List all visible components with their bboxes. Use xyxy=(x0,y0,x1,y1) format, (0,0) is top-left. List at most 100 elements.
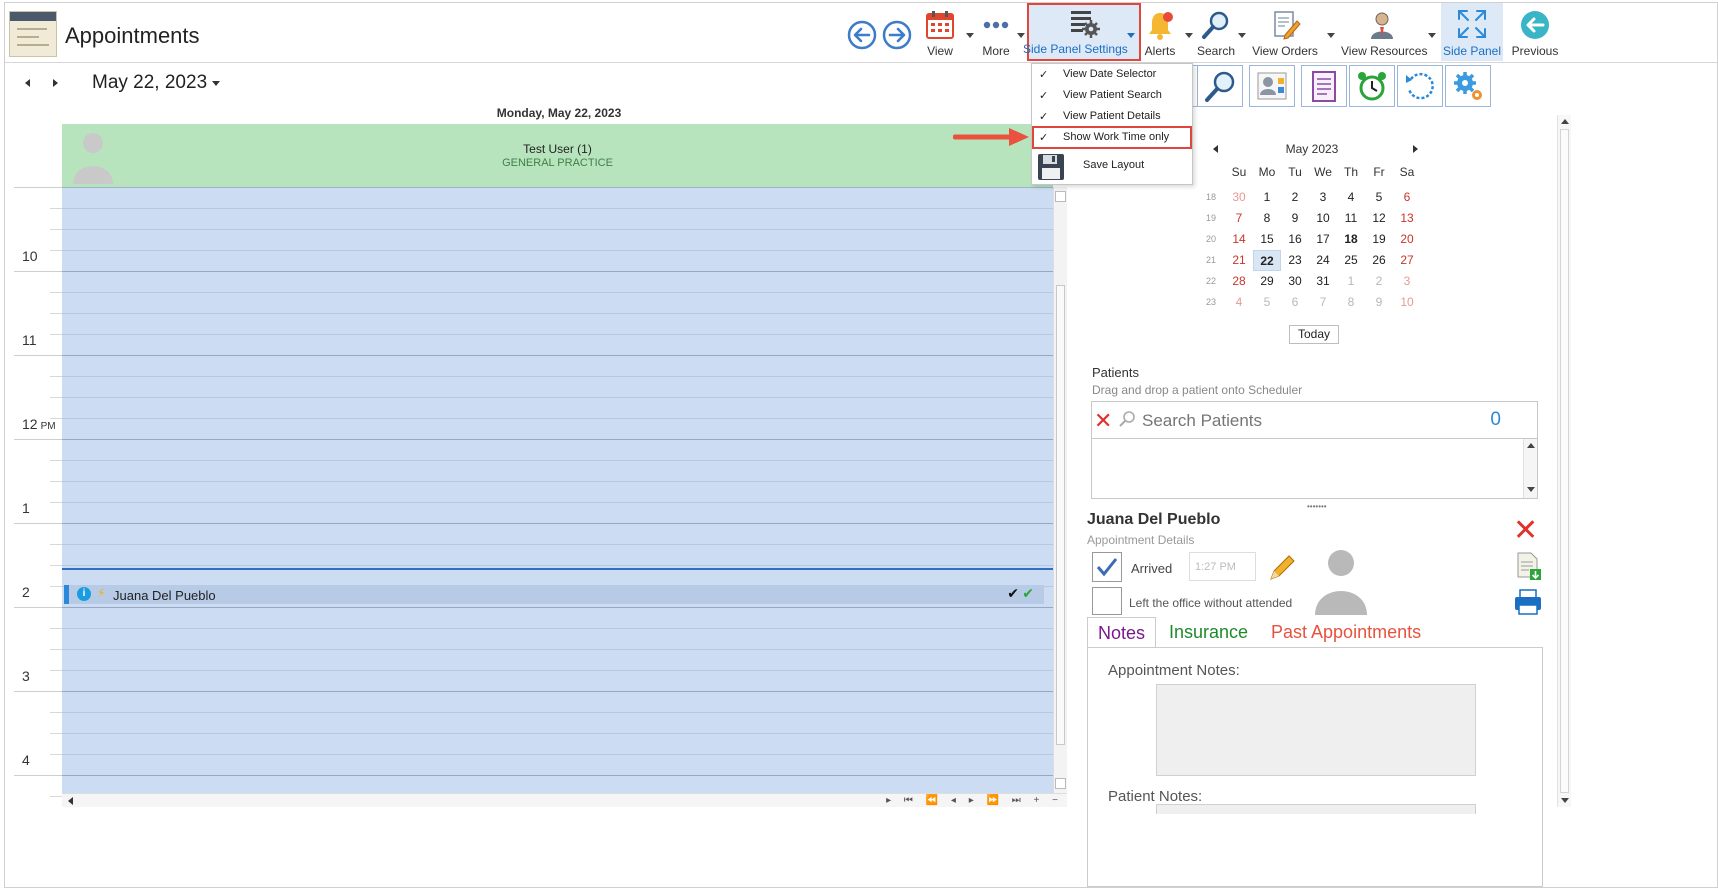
menu-item-save-layout[interactable]: Save Layout xyxy=(1083,159,1144,171)
info-icon[interactable]: i xyxy=(77,587,91,601)
alerts-dropdown-arrow-icon[interactable] xyxy=(1185,33,1193,38)
menu-item-show-work-time-only[interactable]: ✓ Show Work Time only xyxy=(1032,126,1192,149)
appointment-block[interactable]: i ⚡ Juana Del Pueblo ✔ ✔ xyxy=(64,585,1044,604)
calendar-day[interactable]: 7 xyxy=(1225,208,1253,229)
menu-item-view-date-selector[interactable]: ✓ View Date Selector xyxy=(1032,64,1192,85)
left-office-checkbox[interactable] xyxy=(1092,587,1122,615)
calendar-day[interactable]: 5 xyxy=(1365,187,1393,208)
calendar-day[interactable]: 14 xyxy=(1225,229,1253,250)
calendar-day[interactable]: 15 xyxy=(1253,229,1281,250)
current-date[interactable]: May 22, 2023 xyxy=(92,72,207,94)
forward-arrow-icon[interactable] xyxy=(882,20,912,50)
menu-item-view-patient-search[interactable]: ✓ View Patient Search xyxy=(1032,85,1192,106)
more-button[interactable]: More xyxy=(973,7,1019,61)
calendar-day[interactable]: 9 xyxy=(1365,292,1393,313)
pencil-icon[interactable] xyxy=(1267,553,1297,583)
calendar-day[interactable]: 31 xyxy=(1309,271,1337,292)
calendar-day[interactable]: 7 xyxy=(1309,292,1337,313)
calendar-day[interactable]: 26 xyxy=(1365,250,1393,271)
arrived-time-field[interactable]: 1:27 PM xyxy=(1189,552,1256,581)
appointment-notes-textarea[interactable] xyxy=(1156,684,1476,776)
next-day-icon[interactable] xyxy=(53,79,58,87)
calendar-day[interactable]: 8 xyxy=(1337,292,1365,313)
calendar-day[interactable]: 4 xyxy=(1337,187,1365,208)
clear-search-icon[interactable]: ✕ xyxy=(1094,408,1112,434)
calendar-day[interactable]: 23 xyxy=(1281,250,1309,271)
alerts-button[interactable]: Alerts xyxy=(1141,7,1179,61)
calendar-next-month-icon[interactable] xyxy=(1413,145,1418,153)
calendar-day[interactable]: 20 xyxy=(1393,229,1421,250)
calendar-day[interactable]: 3 xyxy=(1309,187,1337,208)
schedule-horizontal-scrollbar[interactable]: ▸ ⏮ ⏪ ◂ ▸ ⏩ ⏭ + − xyxy=(62,793,1067,807)
today-button[interactable]: Today xyxy=(1289,325,1339,344)
calendar-day[interactable]: 25 xyxy=(1337,250,1365,271)
calendar-day[interactable]: 3 xyxy=(1393,271,1421,292)
side-panel-scrollbar[interactable] xyxy=(1557,115,1571,807)
calendar-day[interactable]: 13 xyxy=(1393,208,1421,229)
calendar-day[interactable]: 5 xyxy=(1253,292,1281,313)
calendar-day[interactable]: 21 xyxy=(1225,250,1253,271)
refresh-button[interactable] xyxy=(1397,65,1443,107)
view-orders-dropdown-arrow-icon[interactable] xyxy=(1327,33,1335,38)
alarm-button[interactable] xyxy=(1349,65,1395,107)
tab-insurance[interactable]: Insurance xyxy=(1159,617,1258,647)
calendar-day[interactable]: 6 xyxy=(1393,187,1421,208)
calendar-day[interactable]: 4 xyxy=(1225,292,1253,313)
patients-list-scrollbar[interactable] xyxy=(1523,439,1537,498)
scroll-thumb[interactable] xyxy=(1560,129,1569,793)
more-dropdown-arrow-icon[interactable] xyxy=(1017,33,1025,38)
side-panel-settings-button[interactable]: Side Panel Settings xyxy=(1023,3,1141,61)
date-picker-caret-icon[interactable] xyxy=(212,81,220,86)
calendar-day[interactable]: 27 xyxy=(1393,250,1421,271)
calendar-day[interactable]: 8 xyxy=(1253,208,1281,229)
calendar-day[interactable]: 17 xyxy=(1309,229,1337,250)
calendar-day[interactable]: 28 xyxy=(1225,271,1253,292)
view-resources-dropdown-arrow-icon[interactable] xyxy=(1428,33,1436,38)
view-resources-button[interactable]: View Resources xyxy=(1341,7,1427,61)
search-button[interactable]: Search xyxy=(1195,7,1237,61)
side-panel-button[interactable]: Side Panel xyxy=(1441,3,1503,61)
calendar-day[interactable]: 30 xyxy=(1281,271,1309,292)
patient-card-button[interactable] xyxy=(1249,65,1295,107)
scroll-up-button[interactable] xyxy=(1055,191,1066,202)
scroll-down-icon[interactable] xyxy=(1561,798,1569,803)
patient-notes-textarea[interactable] xyxy=(1156,804,1476,814)
menu-item-view-patient-details[interactable]: ✓ View Patient Details xyxy=(1032,106,1192,127)
patient-search-input[interactable] xyxy=(1142,411,1442,431)
calendar-day[interactable]: 16 xyxy=(1281,229,1309,250)
checklist-button[interactable] xyxy=(1301,65,1347,107)
patients-list[interactable] xyxy=(1091,439,1538,499)
scroll-down-button[interactable] xyxy=(1055,778,1066,789)
previous-button[interactable]: Previous xyxy=(1507,7,1563,61)
scroll-left-icon[interactable] xyxy=(68,797,73,805)
arrived-checkbox[interactable] xyxy=(1092,552,1122,582)
calendar-day[interactable]: 2 xyxy=(1365,271,1393,292)
schedule-vertical-scrollbar[interactable] xyxy=(1053,187,1067,793)
calendar-day[interactable]: 29 xyxy=(1253,271,1281,292)
calendar-day[interactable]: 6 xyxy=(1281,292,1309,313)
calendar-day[interactable]: 12 xyxy=(1365,208,1393,229)
export-document-icon[interactable] xyxy=(1515,551,1543,581)
view-button[interactable]: View xyxy=(917,7,963,61)
calendar-day[interactable]: 18 xyxy=(1337,229,1365,250)
calendar-day[interactable]: 10 xyxy=(1393,292,1421,313)
calendar-day[interactable]: 11 xyxy=(1337,208,1365,229)
calendar-day[interactable]: 30 xyxy=(1225,187,1253,208)
calendar-day[interactable]: 9 xyxy=(1281,208,1309,229)
calendar-day[interactable]: 1 xyxy=(1253,187,1281,208)
calendar-day[interactable]: 1 xyxy=(1337,271,1365,292)
calendar-day[interactable]: 10 xyxy=(1309,208,1337,229)
printer-icon[interactable] xyxy=(1513,588,1543,616)
scroll-thumb[interactable] xyxy=(1056,285,1065,745)
view-orders-button[interactable]: View Orders xyxy=(1251,7,1319,61)
calendar-day[interactable]: 19 xyxy=(1365,229,1393,250)
settings-button[interactable] xyxy=(1445,65,1491,107)
calendar-day[interactable]: 22 xyxy=(1253,250,1281,271)
scroll-up-icon[interactable] xyxy=(1527,443,1535,448)
back-arrow-icon[interactable] xyxy=(847,20,877,50)
scroll-down-icon[interactable] xyxy=(1527,487,1535,492)
tab-notes[interactable]: Notes xyxy=(1087,617,1157,648)
delete-appointment-icon[interactable]: ✕ xyxy=(1513,513,1538,548)
side-panel-settings-dropdown-arrow-icon[interactable] xyxy=(1127,33,1135,38)
splitter-grip-icon[interactable]: ••••••• xyxy=(1307,502,1327,511)
